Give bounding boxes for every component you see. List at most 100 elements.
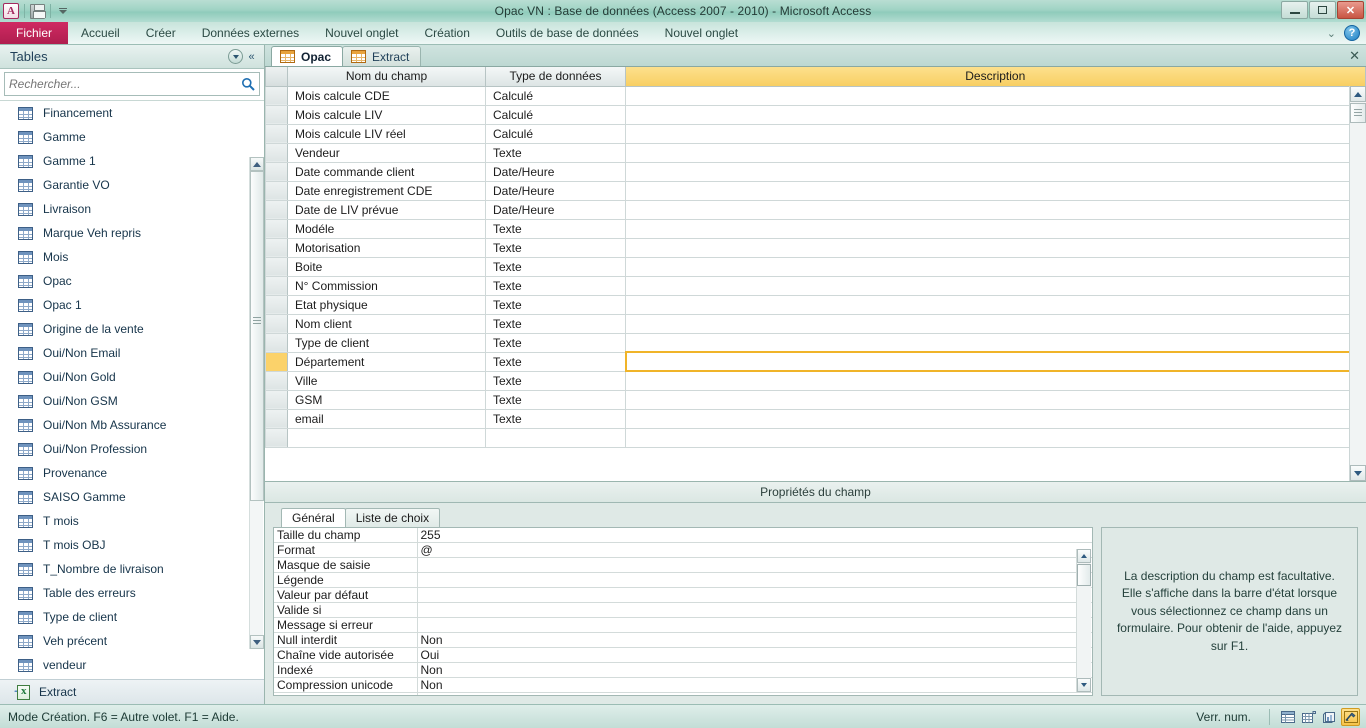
table-row[interactable]: Mois calcule LIV réel Calculé: [265, 123, 1366, 144]
cell-description-active[interactable]: [624, 351, 1366, 372]
cell-description[interactable]: [625, 313, 1366, 334]
table-row[interactable]: GSM Texte: [265, 389, 1366, 410]
property-row[interactable]: Taille du champ 255: [274, 528, 1092, 544]
row-selector[interactable]: [265, 218, 288, 239]
table-row[interactable]: Mois calcule LIV Calculé: [265, 104, 1366, 125]
cell-data-type[interactable]: [485, 427, 626, 448]
cell-description[interactable]: [625, 370, 1366, 391]
tab-outils-base-de-donnees[interactable]: Outils de base de données: [483, 22, 652, 44]
cell-description[interactable]: [625, 332, 1366, 353]
cell-field-name[interactable]: GSM: [287, 389, 486, 410]
list-item[interactable]: Opac: [0, 269, 264, 293]
cell-field-name[interactable]: Motorisation: [287, 237, 486, 258]
cell-description[interactable]: [625, 408, 1366, 429]
property-row[interactable]: Chaîne vide autorisée Oui: [274, 647, 1092, 664]
cell-field-name[interactable]: Type de client: [287, 332, 486, 353]
cell-field-name[interactable]: Etat physique: [287, 294, 486, 315]
row-selector[interactable]: [265, 389, 288, 410]
table-row[interactable]: Date enregistrement CDE Date/Heure: [265, 180, 1366, 201]
cell-description[interactable]: [625, 275, 1366, 296]
property-value[interactable]: [417, 587, 1092, 604]
cell-data-type[interactable]: Date/Heure: [485, 199, 626, 220]
collapse-pane-icon[interactable]: «: [243, 51, 260, 63]
cell-field-name[interactable]: Nom client: [287, 313, 486, 334]
cell-data-type[interactable]: Calculé: [485, 123, 626, 144]
cell-data-type[interactable]: Texte: [485, 351, 626, 372]
property-value[interactable]: Oui: [417, 647, 1092, 664]
cell-data-type[interactable]: Texte: [485, 332, 626, 353]
row-selector[interactable]: [265, 142, 288, 163]
table-row[interactable]: Ville Texte: [265, 370, 1366, 391]
table-row-selected[interactable]: Département Texte: [265, 351, 1366, 372]
datasheet-view-icon[interactable]: [1278, 708, 1297, 726]
list-item[interactable]: T mois: [0, 509, 264, 533]
list-item[interactable]: vendeur: [0, 653, 264, 677]
properties-scroll-up-button[interactable]: [1077, 549, 1091, 563]
cell-data-type[interactable]: Texte: [485, 142, 626, 163]
pivottable-view-icon[interactable]: [1299, 708, 1318, 726]
list-item[interactable]: Livraison: [0, 197, 264, 221]
cell-data-type[interactable]: Texte: [485, 370, 626, 391]
list-item[interactable]: Gamme: [0, 125, 264, 149]
table-row[interactable]: Modéle Texte: [265, 218, 1366, 239]
property-value[interactable]: Aucun contrôle: [417, 692, 1092, 695]
table-row[interactable]: Date commande client Date/Heure: [265, 161, 1366, 182]
cell-description[interactable]: [625, 161, 1366, 182]
cell-field-name[interactable]: Date de LIV prévue: [287, 199, 486, 220]
property-row[interactable]: Masque de saisie: [274, 557, 1092, 574]
cell-description[interactable]: [625, 427, 1366, 448]
list-item[interactable]: T_Nombre de livraison: [0, 557, 264, 581]
cell-field-name[interactable]: Mois calcule LIV réel: [287, 123, 486, 144]
tab-donnees-externes[interactable]: Données externes: [189, 22, 312, 44]
table-row[interactable]: Mois calcule CDE Calculé: [265, 85, 1366, 106]
tables-list[interactable]: Financement Gamme Gamme 1 Garantie VO Li…: [0, 100, 264, 677]
grid-scroll-thumb[interactable]: [1350, 103, 1366, 123]
tab-extract[interactable]: Extract: [342, 46, 422, 66]
search-icon[interactable]: [237, 77, 259, 91]
scroll-up-button[interactable]: [250, 157, 264, 171]
table-row[interactable]: [265, 427, 1366, 448]
list-item[interactable]: Gamme 1: [0, 149, 264, 173]
tab-creer[interactable]: Créer: [133, 22, 189, 44]
tab-accueil[interactable]: Accueil: [68, 22, 133, 44]
row-selector[interactable]: [265, 427, 288, 448]
cell-description[interactable]: [625, 294, 1366, 315]
cell-field-name[interactable]: Date enregistrement CDE: [287, 180, 486, 201]
list-item[interactable]: Oui/Non GSM: [0, 389, 264, 413]
table-row[interactable]: Date de LIV prévue Date/Heure: [265, 199, 1366, 220]
cell-data-type[interactable]: Texte: [485, 275, 626, 296]
list-item[interactable]: Marque Veh repris: [0, 221, 264, 245]
minimize-button[interactable]: [1281, 1, 1308, 19]
close-button[interactable]: ✕: [1337, 1, 1364, 19]
help-icon[interactable]: ?: [1344, 25, 1360, 41]
property-value[interactable]: [417, 557, 1092, 574]
cell-data-type[interactable]: Date/Heure: [485, 180, 626, 201]
cell-field-name[interactable]: Boite: [287, 256, 486, 277]
cell-field-name[interactable]: Modéle: [287, 218, 486, 239]
cell-field-name[interactable]: N° Commission: [287, 275, 486, 296]
close-document-icon[interactable]: ✕: [1349, 48, 1360, 64]
column-header-field-name[interactable]: Nom du champ: [287, 67, 486, 87]
cell-data-type[interactable]: Texte: [485, 218, 626, 239]
list-item[interactable]: Financement: [0, 101, 264, 125]
table-row[interactable]: Type de client Texte: [265, 332, 1366, 353]
cell-data-type[interactable]: Texte: [485, 389, 626, 410]
row-selector[interactable]: [265, 123, 288, 144]
cell-data-type[interactable]: Texte: [485, 313, 626, 334]
table-row[interactable]: email Texte: [265, 408, 1366, 429]
table-row[interactable]: Motorisation Texte: [265, 237, 1366, 258]
design-view-icon[interactable]: [1341, 707, 1360, 726]
cell-data-type[interactable]: Calculé: [485, 85, 626, 106]
cell-data-type[interactable]: Date/Heure: [485, 161, 626, 182]
cell-field-name[interactable]: email: [287, 408, 486, 429]
list-item[interactable]: Provenance: [0, 461, 264, 485]
grid-vertical-scrollbar[interactable]: [1349, 86, 1366, 481]
tab-general[interactable]: Général: [281, 508, 346, 527]
property-row[interactable]: Message si erreur: [274, 617, 1092, 634]
tab-nouvel-onglet-2[interactable]: Nouvel onglet: [652, 22, 751, 44]
cell-field-name[interactable]: Mois calcule LIV: [287, 104, 486, 125]
row-selector[interactable]: [265, 104, 288, 125]
search-input[interactable]: [5, 77, 237, 91]
table-row[interactable]: Boite Texte: [265, 256, 1366, 277]
table-row[interactable]: Etat physique Texte: [265, 294, 1366, 315]
